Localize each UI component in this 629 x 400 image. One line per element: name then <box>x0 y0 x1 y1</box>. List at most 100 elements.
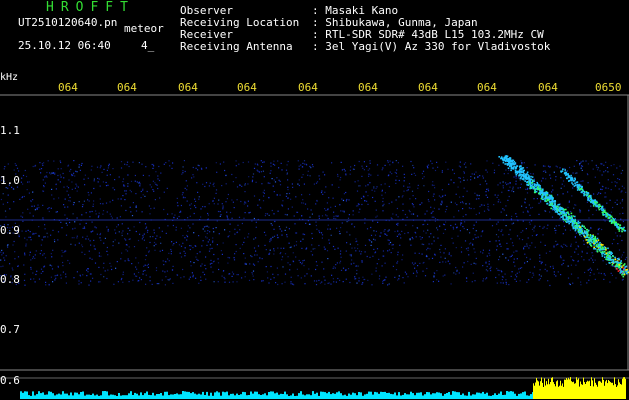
level-bar <box>334 393 336 399</box>
noise-dot <box>339 179 341 181</box>
noise-dot <box>349 173 351 175</box>
noise-dot <box>534 246 536 248</box>
noise-dot <box>545 264 547 266</box>
noise-dot <box>588 210 590 212</box>
noise-dot <box>253 238 255 240</box>
noise-dot <box>38 235 40 237</box>
noise-dot <box>74 175 76 177</box>
noise-dot <box>362 276 364 278</box>
noise-dot <box>531 276 533 278</box>
meteor-dot <box>605 249 607 251</box>
noise-dot <box>437 229 439 231</box>
noise-dot <box>371 241 373 243</box>
noise-dot <box>193 232 195 234</box>
noise-dot <box>455 273 457 275</box>
noise-dot <box>271 178 273 180</box>
noise-dot <box>218 268 220 271</box>
noise-dot <box>475 213 477 216</box>
meteor-dot <box>561 170 564 172</box>
noise-dot <box>167 279 169 281</box>
noise-dot <box>69 262 71 264</box>
noise-dot <box>577 260 579 262</box>
noise-dot <box>100 165 102 167</box>
noise-dot <box>218 199 220 201</box>
noise-dot <box>171 167 173 169</box>
noise-dot <box>208 226 210 228</box>
level-bar <box>82 391 84 399</box>
noise-dot <box>553 273 555 276</box>
noise-dot <box>98 252 100 254</box>
meteor-dot <box>568 222 570 225</box>
noise-dot <box>315 261 317 263</box>
noise-dot <box>176 217 178 219</box>
noise-dot <box>132 161 134 163</box>
noise-dot <box>574 251 576 253</box>
level-bar <box>446 393 448 399</box>
level-bar <box>162 395 164 399</box>
noise-dot <box>194 205 196 207</box>
level-bar <box>28 395 30 399</box>
meteor-dot <box>542 198 544 200</box>
noise-dot <box>244 191 246 193</box>
time-tick: 064 <box>418 81 438 94</box>
noise-dot <box>121 234 123 237</box>
noise-dot <box>450 179 452 181</box>
level-bar <box>218 392 220 399</box>
meteor-dot <box>581 191 583 194</box>
noise-dot <box>443 224 446 226</box>
level-bar <box>366 393 368 399</box>
noise-dot <box>60 168 62 170</box>
noise-dot <box>192 247 194 249</box>
noise-dot <box>340 250 342 252</box>
noise-dot <box>137 239 140 242</box>
noise-dot <box>321 261 323 263</box>
level-bar <box>596 384 597 399</box>
freq-tick: 0.8 <box>0 273 20 286</box>
noise-dot <box>433 216 435 218</box>
noise-dot <box>103 262 105 264</box>
noise-dot <box>512 186 514 188</box>
noise-dot <box>605 170 607 172</box>
noise-dot <box>285 169 288 171</box>
noise-dot <box>478 194 480 197</box>
noise-dot <box>473 224 475 226</box>
meteor-dot <box>579 226 581 228</box>
noise-dot <box>280 252 282 254</box>
noise-dot <box>54 275 56 277</box>
level-bar <box>44 394 46 399</box>
noise-dot <box>11 267 13 269</box>
level-bar <box>422 395 424 399</box>
noise-dot <box>402 218 404 220</box>
noise-dot <box>239 247 241 249</box>
noise-dot <box>475 171 477 173</box>
meteor-dot <box>531 176 534 178</box>
noise-dot <box>476 195 478 197</box>
noise-dot <box>71 237 73 239</box>
noise-dot <box>151 283 153 285</box>
noise-dot <box>225 201 227 203</box>
level-bar <box>302 394 304 399</box>
noise-dot <box>518 271 520 273</box>
meteor-dot <box>551 198 554 201</box>
noise-dot <box>434 220 436 222</box>
noise-dot <box>188 278 190 280</box>
meteor-dot <box>620 262 623 265</box>
noise-dot <box>598 227 601 230</box>
noise-dot <box>505 225 507 227</box>
meteor-dot <box>573 222 576 224</box>
meteor-dot <box>609 220 611 222</box>
noise-dot <box>616 167 618 169</box>
noise-dot <box>512 188 514 190</box>
meteor-dot <box>602 213 604 216</box>
noise-dot <box>565 244 567 246</box>
meteor-dot <box>611 221 614 224</box>
level-bar <box>607 383 608 399</box>
noise-dot <box>23 264 25 266</box>
noise-dot <box>345 200 347 202</box>
meteor-dot <box>598 245 600 247</box>
noise-dot <box>327 217 329 220</box>
noise-dot <box>244 276 246 278</box>
meteor-dot <box>594 237 596 239</box>
noise-dot <box>84 253 86 255</box>
noise-dot <box>492 162 494 164</box>
